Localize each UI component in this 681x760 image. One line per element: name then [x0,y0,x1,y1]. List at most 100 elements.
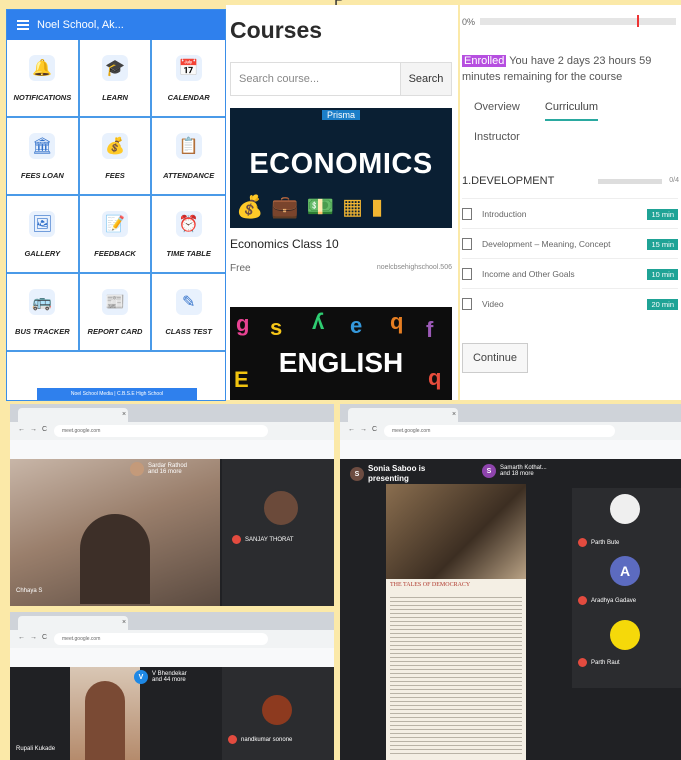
participant-chip[interactable]: Sardar Rathod and 16 more [130,462,187,476]
document-icon [462,298,472,310]
tile-name: Parth Raut [578,658,620,667]
app-tile-label: CALENDAR [167,92,210,102]
tab-overview[interactable]: Overview [474,101,520,119]
person-silhouette [85,681,125,760]
letter-decor: g [236,311,250,336]
mic-off-icon [228,735,237,744]
courses-panel: Courses Search course... Search Prisma E… [226,5,458,400]
nav-icons[interactable]: ←→C [348,426,382,433]
article-heading: THE TALES OF DEMOCRACY [390,582,471,588]
app-tile[interactable]: 💰 FEES [79,118,153,196]
browser-tab[interactable]: × [18,408,128,422]
main-video [10,459,220,606]
notepad-icon: 📝 [101,210,128,237]
search-bar: Search course... Search [230,62,452,96]
main-video [70,667,140,760]
app-tile[interactable]: ⏰ TIME TABLE [152,196,225,274]
tile-name: nandkumar sonone [228,735,292,744]
participant-chip[interactable]: V V Bhendekar and 44 more [134,670,187,684]
app-tile[interactable]: 🏛 FEES LOAN [7,118,80,196]
app-tile-label: CLASS TEST [165,326,212,336]
self-name: Rupali Kukade [16,746,56,752]
app-tile-label: GALLERY [24,248,61,258]
participant-count-text: V Bhendekar and 44 more [152,671,187,683]
participant-count-text: Samarth Kothat... and 18 more [500,465,547,477]
browser-tab[interactable]: × [348,408,458,422]
app-tile[interactable]: 🚌 BUS TRACKER [7,274,80,352]
meet-window-3: × ←→C meet.google.com V V Bhendekar and 4… [10,612,334,760]
document-icon [462,268,472,280]
app-tile-label: FEES LOAN [20,170,64,180]
avatar [610,494,640,524]
section-progress-bar [598,179,662,184]
lesson-title: Introduction [482,209,527,219]
economics-thumbnail[interactable]: Prisma ECONOMICS 💰💼💵▦▮ [230,108,452,228]
lesson-title: Income and Other Goals [482,269,575,279]
lesson-item[interactable]: Income and Other Goals 10 min [462,258,678,289]
address-bar[interactable]: meet.google.com [54,425,268,437]
app-tile[interactable]: 🔔 NOTIFICATIONS [7,40,80,118]
app-tile-label: ATTENDANCE [163,170,215,180]
bell-icon: 🔔 [29,54,56,81]
participant-chip[interactable]: S Samarth Kothat... and 18 more [482,464,547,478]
bookmarks-bar [340,440,681,459]
tab-instructor[interactable]: Instructor [474,131,520,143]
browser-chrome: × ←→C meet.google.com [10,612,334,667]
course-provider: noelcbsehighschool.506 [376,264,452,271]
letter-decor: q [390,309,404,334]
browser-chrome: × ←→C meet.google.com [10,404,334,459]
app-tile[interactable]: 📰 REPORT CARD [79,274,153,352]
person-silhouette [80,514,150,604]
tile-name: Aradhya Gadave [578,596,636,605]
tab-curriculum[interactable]: Curriculum [544,101,599,121]
browser-tab[interactable]: × [18,616,128,630]
app-tile[interactable]: ✎ CLASS TEST [152,274,225,352]
curriculum-panel: 0% Enrolled You have 2 days 23 hours 59 … [460,5,681,400]
app-tile-label: LEARN [102,92,128,102]
tab-strip: × [340,404,681,422]
lesson-item[interactable]: Introduction 15 min [462,198,678,229]
continue-button[interactable]: Continue [462,343,528,373]
nav-icons[interactable]: ←→C [18,634,52,641]
lesson-item[interactable]: Video 20 min [462,288,678,319]
edit-icon: ✎ [175,288,202,315]
english-thumbnail[interactable]: g s ʎ e q f E q ENGLISH [230,307,452,400]
search-input[interactable]: Search course... [231,63,400,95]
brand-tag: Prisma [322,110,361,120]
section-title[interactable]: 1.DEVELOPMENT [462,175,554,187]
lesson-item[interactable]: Development – Meaning, Concept 15 min [462,228,678,259]
app-tile[interactable]: 📅 CALENDAR [152,40,225,118]
app-tile[interactable]: 🖼 GALLERY [7,196,80,274]
clipboard-icon: 📋 [175,132,202,159]
participant-tile: Parth Raut [572,616,681,688]
letter-decor: ʎ [312,309,325,334]
close-tab-icon[interactable]: × [122,408,126,422]
participant-tile: nandkumar sonone [222,667,334,760]
mic-off-icon [578,658,587,667]
app-tile[interactable]: 📋 ATTENDANCE [152,118,225,196]
lesson-duration: 10 min [647,268,678,280]
close-tab-icon[interactable]: × [452,408,456,422]
thumb-title: ECONOMICS [249,148,433,180]
nav-icons[interactable]: ←→C [18,426,52,433]
menu-icon[interactable] [17,18,29,32]
course-price: Free [230,263,251,274]
avatar: V [134,670,148,684]
avatar [130,462,144,476]
alarm-clock-icon: ⏰ [175,210,202,237]
search-button[interactable]: Search [400,63,451,95]
page-title: Courses [230,17,323,43]
lesson-duration: 15 min [647,238,678,250]
address-bar[interactable]: meet.google.com [54,633,268,645]
app-tile[interactable]: 📝 FEEDBACK [79,196,153,274]
course-title[interactable]: Economics Class 10 [230,237,339,251]
app-tile[interactable]: 🎓 LEARN [79,40,153,118]
document-icon [462,238,472,250]
close-tab-icon[interactable]: × [122,616,126,630]
graduation-cap-icon: 🎓 [101,54,128,81]
address-bar[interactable]: meet.google.com [384,425,615,437]
enrolled-badge: Enrolled [462,55,507,67]
tab-strip: × [10,404,334,422]
finance-icons: 💰💼💵▦▮ [236,194,392,219]
shared-screen: THE TALES OF DEMOCRACY [386,484,526,760]
